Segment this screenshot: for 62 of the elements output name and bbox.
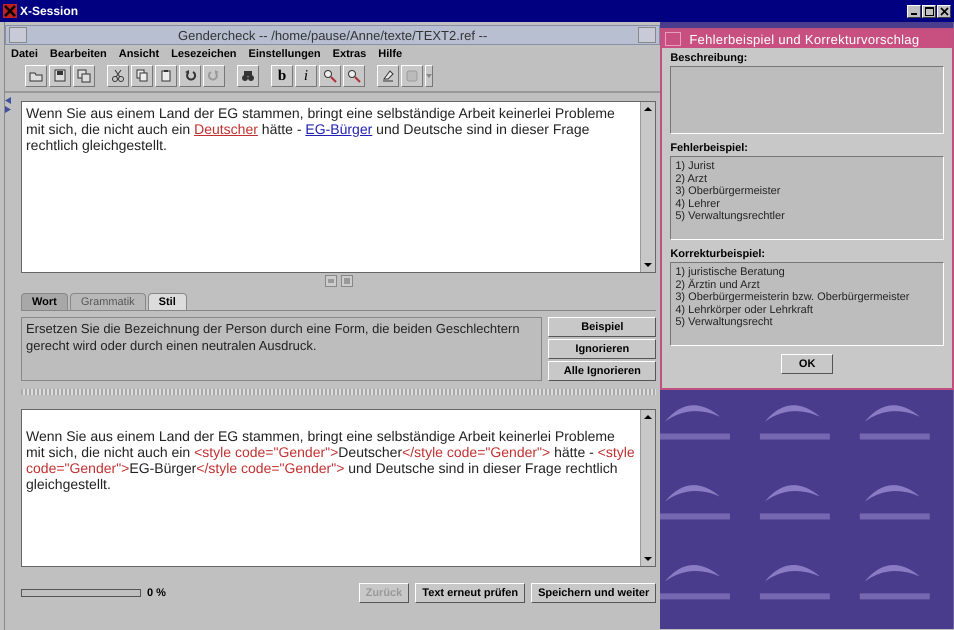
text-area[interactable] [21, 409, 656, 567]
list-item: 4) Lehrkörper oder Lehrkraft [675, 304, 814, 316]
minimize-button[interactable] [907, 4, 921, 18]
dialog-title: Fehlerbeispiel und Korrekturvorschlag [689, 32, 920, 46]
progress-reading: 0 % [147, 587, 166, 599]
menu-item[interactable]: Einstellungen [248, 48, 321, 60]
list-item: 2) Arzt [675, 172, 708, 185]
list-item: 5) Verwaltungsrechtler [675, 210, 786, 222]
bold-button[interactable]: b [271, 65, 293, 87]
close-icon [940, 6, 948, 16]
italic-button[interactable]: i [295, 65, 317, 87]
close-button[interactable] [937, 4, 951, 18]
binoculars-icon[interactable] [237, 65, 259, 87]
list-item: 3) Oberbürgermeisterin bzw. Oberbürgermeister [675, 291, 910, 304]
floppies-icon[interactable] [73, 65, 95, 87]
action-button[interactable]: Ignorieren [548, 339, 656, 359]
undo-icon[interactable] [179, 65, 201, 87]
list-item: 1) Jurist [675, 160, 716, 172]
zoom-out-icon[interactable] [343, 65, 365, 87]
text-area[interactable] [21, 101, 656, 273]
list-item: 2) Ärztin und Arzt [675, 278, 761, 291]
hint-text: Ersetzen Sie die Bezeichnung der Person durch eine Form, die beiden Geschlechtern gerecht wird oder durch einen neutralen Ausdruck. [21, 317, 542, 381]
menu-item[interactable]: Hilfe [378, 48, 402, 60]
maximize-icon [924, 6, 934, 16]
section-label: Fehlerbeispiel: [670, 142, 749, 154]
flagged-word[interactable]: Deutscher [194, 121, 258, 137]
action-button[interactable]: Text erneut prüfen [415, 583, 526, 603]
collapse-arrows-icon[interactable] [5, 97, 11, 113]
action-button[interactable]: Beispiel [548, 317, 656, 337]
scissors-icon[interactable] [107, 65, 129, 87]
list-item: 4) Lehrer [675, 198, 721, 210]
scrollbar[interactable] [640, 102, 656, 272]
floppy-icon[interactable] [49, 65, 71, 87]
section-label: Korrekturbeispiel: [670, 248, 766, 260]
window-title: Gendercheck -- /home/pause/Anne/texte/TEXT2.ref -- [177, 28, 488, 42]
folder-icon[interactable] [25, 65, 47, 87]
tab[interactable]: Wort [21, 293, 68, 310]
document-text: Wenn Sie aus einem Land der EG stammen, bringt eine selbständige Arbeit keinerlei Probleme mit sich, die nicht auch ein Deutscher hätte - EG-Bürger und Deutsche sind in dieser Frage rechtlich gleichgestellt. [25, 104, 616, 155]
x-logo-icon [3, 4, 17, 18]
list-item: 3) Oberbürgermeister [675, 185, 782, 198]
ok-button[interactable]: OK [781, 354, 834, 374]
caret-icon [426, 74, 432, 78]
action-button[interactable]: Alle Ignorieren [548, 361, 656, 381]
list-item: 5) Verwaltungsrecht [675, 316, 774, 328]
menu-item[interactable]: Ansicht [118, 48, 160, 60]
source-text: Wenn Sie aus einem Land der EG stammen, bringt eine selbständige Arbeit keinerlei Probleme mit sich, die nicht auch ein <style code="Gender">Deutscher</style code="Gender"> hätte - <style code="Gender">EG-Bürger</style code="Gender"> und Deutsche sind in dieser Frage rechtlich gleichgestellt. [25, 427, 636, 494]
tab[interactable]: Stil [148, 293, 187, 310]
flagged-word[interactable]: EG-Bürger [305, 121, 372, 137]
menu-item[interactable]: Lesezeichen [171, 48, 237, 60]
menu-item[interactable]: Bearbeiten [50, 48, 107, 60]
section-label: Beschreibung: [670, 52, 748, 64]
eraser-icon[interactable] [377, 65, 399, 87]
copy-icon[interactable] [131, 65, 153, 87]
maximize-button[interactable] [922, 4, 936, 18]
session-title: X-Session [20, 4, 78, 18]
menu-item[interactable]: Extras [332, 48, 366, 60]
zoom-in-icon[interactable] [319, 65, 341, 87]
menu-item[interactable]: Datei [11, 48, 38, 60]
scrollbar[interactable] [640, 410, 656, 566]
list-item: 1) juristische Beratung [675, 266, 786, 278]
clipboard-icon[interactable] [155, 65, 177, 87]
action-button[interactable]: Speichern und weiter [531, 583, 656, 603]
